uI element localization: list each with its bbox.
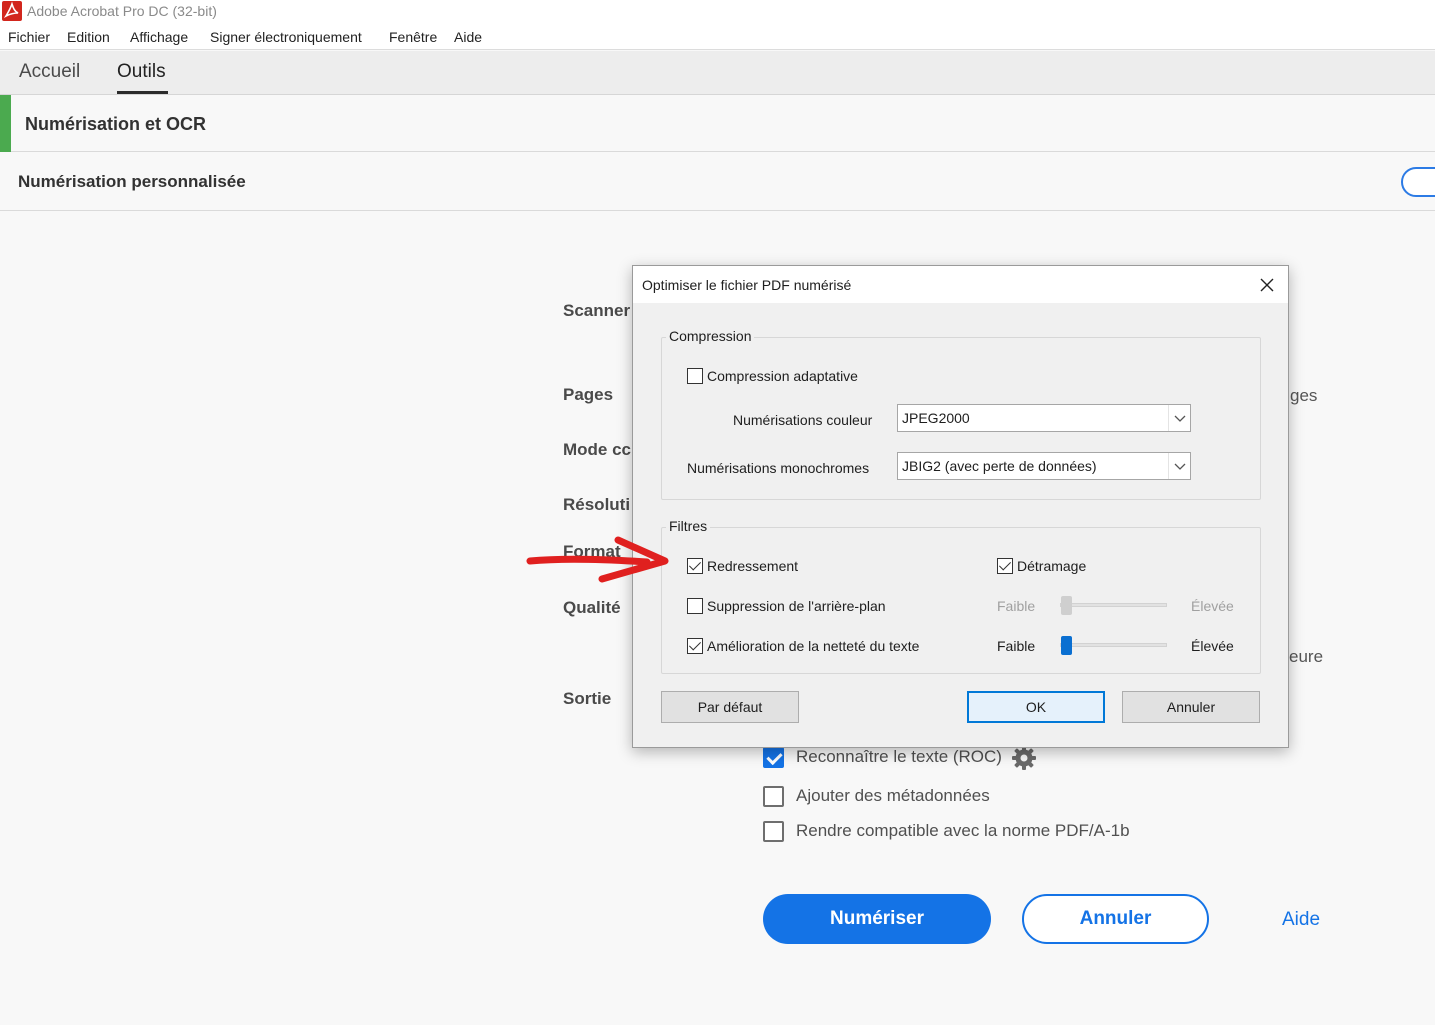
cancel-scan-button[interactable]: Annuler <box>1022 894 1209 944</box>
gear-icon[interactable] <box>1011 745 1037 771</box>
active-tab-indicator <box>117 91 168 94</box>
close-icon[interactable] <box>1255 273 1279 297</box>
descreen-label: Détramage <box>1017 558 1087 574</box>
settings-toggle[interactable] <box>1401 167 1435 197</box>
background-removal-label: Suppression de l'arrière-plan <box>707 598 886 614</box>
pdfa-checkbox[interactable] <box>763 821 784 842</box>
sharpen-high-label: Élevée <box>1191 638 1234 654</box>
quality-value-fragment: eure <box>1289 647 1324 666</box>
background-high-label: Élevée <box>1191 598 1234 614</box>
deskew-checkbox[interactable] <box>687 558 703 574</box>
menu-aide[interactable]: Aide <box>454 29 482 45</box>
sub-title: Numérisation personnalisée <box>18 172 246 191</box>
dialog-title: Optimiser le fichier PDF numérisé <box>642 277 852 293</box>
label-resolution: Résoluti <box>563 495 631 514</box>
menu-signer[interactable]: Signer électroniquement <box>210 29 362 45</box>
color-scans-value: JPEG2000 <box>902 410 970 426</box>
tool-accent-bar <box>0 95 11 152</box>
background-slider <box>1060 603 1167 607</box>
label-quality: Qualité <box>563 598 621 617</box>
ocr-checkbox[interactable] <box>763 747 784 768</box>
text-sharpen-checkbox[interactable] <box>687 638 703 654</box>
mono-scans-value: JBIG2 (avec perte de données) <box>902 458 1097 474</box>
tool-header: Numérisation et OCR <box>0 95 1435 152</box>
menu-affichage[interactable]: Affichage <box>130 29 188 45</box>
mono-scans-label: Numérisations monochromes <box>687 460 870 476</box>
descreen-checkbox[interactable] <box>997 558 1013 574</box>
background-removal-checkbox[interactable] <box>687 598 703 614</box>
chevron-down-icon <box>1168 405 1190 431</box>
title-bar: Adobe Acrobat Pro DC (32-bit) <box>0 0 1435 24</box>
label-pages: Pages <box>563 385 614 404</box>
deskew-label: Redressement <box>707 558 799 574</box>
tab-accueil[interactable]: Accueil <box>19 61 80 83</box>
dialog-title-bar: Optimiser le fichier PDF numérisé <box>633 266 1288 303</box>
sharpen-low-label: Faible <box>997 638 1036 654</box>
background-low-label: Faible <box>997 598 1036 614</box>
color-scans-label: Numérisations couleur <box>733 412 873 428</box>
chevron-down-icon <box>1168 453 1190 479</box>
background-slider-thumb <box>1061 596 1072 615</box>
pages-value-fragment: ges <box>1290 386 1318 405</box>
text-sharpen-label: Amélioration de la netteté du texte <box>707 638 920 654</box>
sub-header: Numérisation personnalisée <box>0 153 1435 211</box>
tool-title: Numérisation et OCR <box>25 114 207 134</box>
sharpen-slider-thumb[interactable] <box>1061 636 1072 655</box>
label-scanner: Scanner <box>563 301 631 320</box>
help-link[interactable]: Aide <box>1282 909 1320 931</box>
scan-button[interactable]: Numériser <box>763 894 991 944</box>
acrobat-logo-icon <box>2 1 22 21</box>
sharpen-slider[interactable] <box>1060 643 1167 647</box>
label-mode: Mode cc <box>563 440 632 459</box>
optimize-pdf-dialog: Optimiser le fichier PDF numérisé Compre… <box>632 265 1289 748</box>
dialog-cancel-button[interactable]: Annuler <box>1122 691 1260 723</box>
menu-fenetre[interactable]: Fenêtre <box>389 29 437 45</box>
pdfa-label: Rendre compatible avec la norme PDF/A-1b <box>796 821 1130 840</box>
tab-bar: Accueil Outils <box>0 51 1435 95</box>
menu-fichier[interactable]: Fichier <box>8 29 50 45</box>
metadata-checkbox[interactable] <box>763 786 784 807</box>
red-arrow-annotation <box>526 536 669 583</box>
app-title: Adobe Acrobat Pro DC (32-bit) <box>27 3 217 19</box>
adaptive-compression-label: Compression adaptative <box>707 368 858 384</box>
adaptive-compression-checkbox[interactable] <box>687 368 703 384</box>
color-scans-select[interactable]: JPEG2000 <box>897 404 1191 432</box>
menu-edition[interactable]: Edition <box>67 29 110 45</box>
mono-scans-select[interactable]: JBIG2 (avec perte de données) <box>897 452 1191 480</box>
compression-legend: Compression <box>666 328 755 344</box>
label-output: Sortie <box>563 689 612 708</box>
menu-bar: Fichier Edition Affichage Signer électro… <box>0 24 1435 50</box>
ocr-label: Reconnaître le texte (ROC) <box>796 747 1002 766</box>
metadata-label: Ajouter des métadonnées <box>796 786 990 805</box>
filters-legend: Filtres <box>666 518 711 534</box>
tab-outils[interactable]: Outils <box>117 61 166 83</box>
default-button[interactable]: Par défaut <box>661 691 799 723</box>
ok-button[interactable]: OK <box>967 691 1105 723</box>
